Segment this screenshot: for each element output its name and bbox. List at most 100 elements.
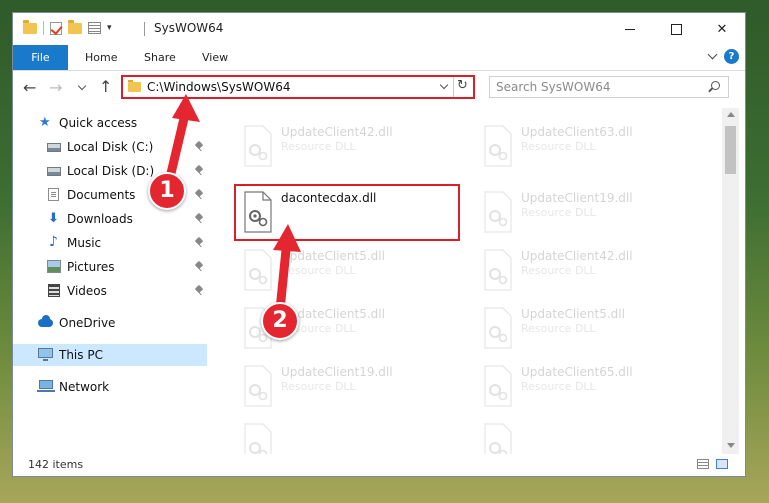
help-icon[interactable]: ?: [724, 49, 739, 64]
file-item[interactable]: UpdateClient65.dll Resource DLL: [473, 358, 701, 414]
sidebar-item-music[interactable]: ♪ Music: [13, 232, 207, 254]
documents-icon: [48, 188, 59, 201]
pin-icon: [194, 236, 204, 246]
file-item[interactable]: [473, 416, 701, 454]
dll-file-icon: [484, 191, 512, 233]
dll-file-icon: [244, 125, 272, 167]
file-name: UpdateClient65.dll: [521, 365, 633, 379]
close-button[interactable]: ✕: [699, 13, 745, 45]
customize-toolbar-icon[interactable]: ▾: [107, 23, 112, 33]
sidebar-item-local-disk-c[interactable]: Local Disk (C:): [13, 136, 207, 158]
pin-icon: [194, 260, 204, 270]
sidebar-item-quick-access[interactable]: ★ Quick access: [13, 112, 207, 134]
file-name: UpdateClient42.dll: [281, 125, 393, 139]
scroll-down-icon[interactable]: [727, 443, 735, 448]
folder-icon[interactable]: [23, 19, 37, 34]
file-item[interactable]: UpdateClient63.dll Resource DLL: [473, 118, 701, 174]
scroll-up-icon[interactable]: [727, 112, 735, 117]
file-item[interactable]: [233, 416, 461, 454]
dll-file-icon: [484, 249, 512, 291]
step-1-badge: 1: [148, 172, 186, 210]
title-bar: ▾ SysWOW64 ✕: [13, 13, 745, 45]
sidebar-item-label: Videos: [67, 284, 107, 298]
sidebar-item-label: Quick access: [59, 116, 138, 130]
disk-icon: [47, 143, 61, 152]
file-item[interactable]: UpdateClient42.dll Resource DLL: [233, 118, 461, 174]
file-name: UpdateClient42.dll: [521, 249, 633, 263]
file-item[interactable]: UpdateClient5.dll Resource DLL: [473, 300, 701, 356]
search-icon[interactable]: [711, 81, 720, 90]
sidebar-item-label: Downloads: [67, 212, 133, 226]
tiles-view-icon[interactable]: [716, 459, 728, 469]
address-path[interactable]: C:\Windows\SysWOW64: [147, 79, 291, 95]
window-title: SysWOW64: [154, 21, 224, 35]
file-item[interactable]: UpdateClient19.dll Resource DLL: [233, 358, 461, 414]
file-type: Resource DLL: [521, 264, 596, 277]
this-pc-icon: [38, 348, 53, 361]
properties-icon[interactable]: [88, 22, 101, 34]
status-bar: 142 items: [13, 454, 745, 476]
minimize-button[interactable]: [607, 13, 653, 45]
step-2-badge: 2: [261, 302, 299, 340]
back-arrow-icon[interactable]: ←: [23, 80, 36, 96]
properties-check-icon[interactable]: [50, 21, 62, 35]
music-icon: ♪: [49, 234, 58, 250]
file-highlight-box: [234, 184, 460, 241]
forward-arrow-icon[interactable]: →: [49, 80, 62, 96]
sidebar-item-label: Documents: [67, 188, 136, 202]
file-item[interactable]: UpdateClient19.dll Resource DLL: [473, 184, 701, 240]
address-dropdown-chevron-icon[interactable]: [439, 80, 449, 90]
pin-icon: [194, 188, 204, 198]
close-icon: ✕: [716, 21, 728, 37]
tab-view[interactable]: View: [202, 45, 228, 70]
sidebar-item-label: Music: [67, 236, 102, 250]
scrollbar-thumb[interactable]: [725, 126, 736, 174]
title-divider: [144, 22, 145, 36]
file-name: UpdateClient63.dll: [521, 125, 633, 139]
toolbar-divider: [43, 21, 44, 35]
file-item[interactable]: UpdateClient5.dll Resource DLL: [233, 242, 461, 298]
refresh-icon[interactable]: ↻: [457, 78, 468, 93]
sidebar-item-downloads[interactable]: ⬇ Downloads: [13, 208, 207, 230]
file-type: Resource DLL: [281, 140, 356, 153]
file-type: Resource DLL: [521, 206, 596, 219]
dll-file-icon: [244, 423, 272, 454]
maximize-button[interactable]: [653, 13, 699, 45]
downloads-icon: ⬇: [48, 211, 59, 226]
sidebar-item-label: Local Disk (C:): [67, 140, 154, 154]
search-input[interactable]: Search SysWOW64: [489, 76, 729, 98]
expand-ribbon-icon[interactable]: [707, 49, 718, 60]
file-explorer-window: ▾ SysWOW64 ✕ File Home Share View ? ← → …: [12, 12, 746, 477]
sidebar-item-onedrive[interactable]: OneDrive: [13, 312, 207, 334]
new-folder-icon[interactable]: [68, 19, 82, 34]
file-name: UpdateClient5.dll: [281, 249, 385, 263]
tab-share[interactable]: Share: [144, 45, 176, 70]
address-bar[interactable]: C:\Windows\SysWOW64 ↻: [121, 75, 475, 99]
item-count: 142 items: [28, 458, 84, 471]
details-view-icon[interactable]: [697, 459, 709, 469]
sidebar-item-label: Pictures: [67, 260, 115, 274]
ribbon-tabs: File Home Share View ?: [13, 45, 745, 71]
file-item[interactable]: UpdateClient42.dll Resource DLL: [473, 242, 701, 298]
sidebar-item-network[interactable]: Network: [13, 376, 207, 398]
sidebar-item-this-pc[interactable]: This PC: [13, 344, 207, 366]
tab-file[interactable]: File: [13, 45, 68, 70]
address-divider: [453, 77, 454, 97]
star-icon: ★: [39, 115, 51, 130]
recent-locations-chevron-icon[interactable]: [77, 81, 87, 91]
up-arrow-icon[interactable]: ↑: [99, 79, 112, 95]
file-name: UpdateClient19.dll: [521, 191, 633, 205]
dll-file-icon: [244, 365, 272, 407]
navigation-pane: ★ Quick access Local Disk (C:) Local Dis…: [13, 108, 209, 454]
navigation-bar: ← → ↑ C:\Windows\SysWOW64 ↻ Search SysWO…: [13, 71, 745, 107]
sidebar-item-label: Network: [59, 380, 110, 394]
file-type: Resource DLL: [521, 322, 596, 335]
sidebar-item-videos[interactable]: Videos: [13, 280, 207, 302]
pin-icon: [194, 140, 204, 150]
vertical-scrollbar[interactable]: [722, 108, 739, 454]
file-type: Resource DLL: [521, 140, 596, 153]
onedrive-icon: [38, 315, 53, 327]
videos-icon: [48, 284, 60, 297]
tab-home[interactable]: Home: [85, 45, 117, 70]
sidebar-item-pictures[interactable]: Pictures: [13, 256, 207, 278]
